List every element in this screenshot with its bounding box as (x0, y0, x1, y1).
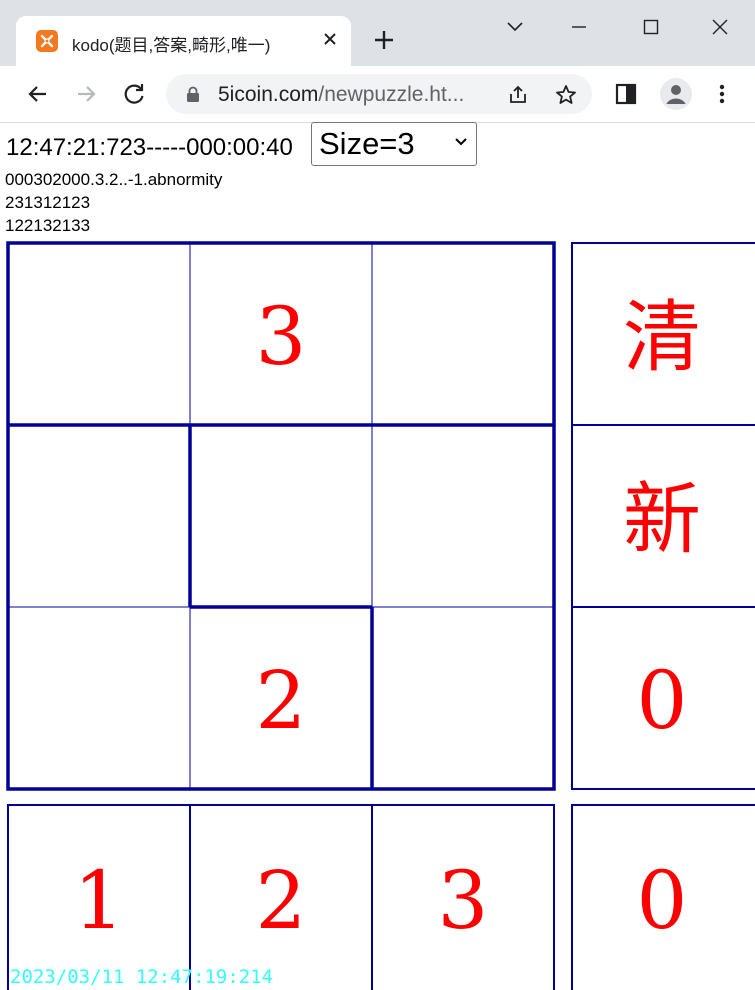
side-button-zero[interactable]: 0 (571, 606, 755, 790)
grid-cell-value: 3 (256, 290, 307, 383)
minimize-icon[interactable] (564, 12, 594, 42)
url-text: 5icoin.com/newpuzzle.ht... (218, 83, 465, 106)
grid-cell-value: 2 (256, 654, 307, 747)
page-content: 12:47:21:723-----000:00:40 Size=3 000302… (0, 122, 755, 990)
side-button-label: 新 (623, 475, 701, 565)
forward-arrow-icon[interactable] (72, 80, 100, 108)
tab-title: kodo(题目,答案,畸形,唯一) (72, 36, 271, 55)
grid-cell[interactable] (8, 243, 190, 425)
browser-titlebar: kodo(题目,答案,畸形,唯一) (0, 0, 755, 66)
side-button-label: 清 (623, 293, 701, 383)
side-button-label: 0 (637, 654, 688, 747)
grid-cell[interactable] (372, 607, 554, 789)
profile-avatar-icon[interactable] (660, 78, 692, 110)
grid-cell[interactable] (8, 425, 190, 607)
browser-tab[interactable]: kodo(题目,答案,畸形,唯一) (16, 16, 351, 66)
number-button-0[interactable]: 0 (571, 804, 755, 990)
grid-cell[interactable] (372, 425, 554, 607)
side-button-clear[interactable]: 清 (571, 242, 755, 426)
grid-cell[interactable] (372, 243, 554, 425)
reload-icon[interactable] (120, 80, 148, 108)
number-pad: 1 2 3 (7, 804, 555, 990)
xampp-favicon-icon (36, 30, 58, 52)
number-button-label: 3 (438, 854, 489, 947)
start-timestamp: 2023/03/11 12:47:19:214 (10, 966, 274, 988)
close-tab-icon[interactable] (319, 28, 341, 50)
tab-search-chevron-icon[interactable] (500, 12, 530, 42)
back-arrow-icon[interactable] (24, 80, 52, 108)
more-menu-icon[interactable] (708, 80, 736, 108)
number-button-label: 2 (256, 854, 307, 947)
side-panel-icon[interactable] (612, 80, 640, 108)
share-icon[interactable] (506, 83, 530, 107)
number-button-label: 1 (74, 854, 125, 947)
puzzle-board: 3 2 清 新 0 1 2 3 0 (6, 241, 755, 990)
grid-cell[interactable] (190, 425, 372, 607)
new-tab-plus-icon[interactable] (372, 28, 396, 52)
side-button-new[interactable]: 新 (571, 424, 755, 608)
address-bar[interactable]: 5icoin.com/newpuzzle.ht... (166, 74, 592, 114)
number-button-label: 0 (637, 854, 688, 947)
grid-cell[interactable] (8, 607, 190, 789)
maximize-icon[interactable] (636, 12, 666, 42)
close-window-icon[interactable] (705, 12, 735, 42)
bookmark-star-icon[interactable] (554, 83, 578, 107)
browser-toolbar: 5icoin.com/newpuzzle.ht... (0, 66, 755, 123)
lock-icon (187, 86, 199, 102)
